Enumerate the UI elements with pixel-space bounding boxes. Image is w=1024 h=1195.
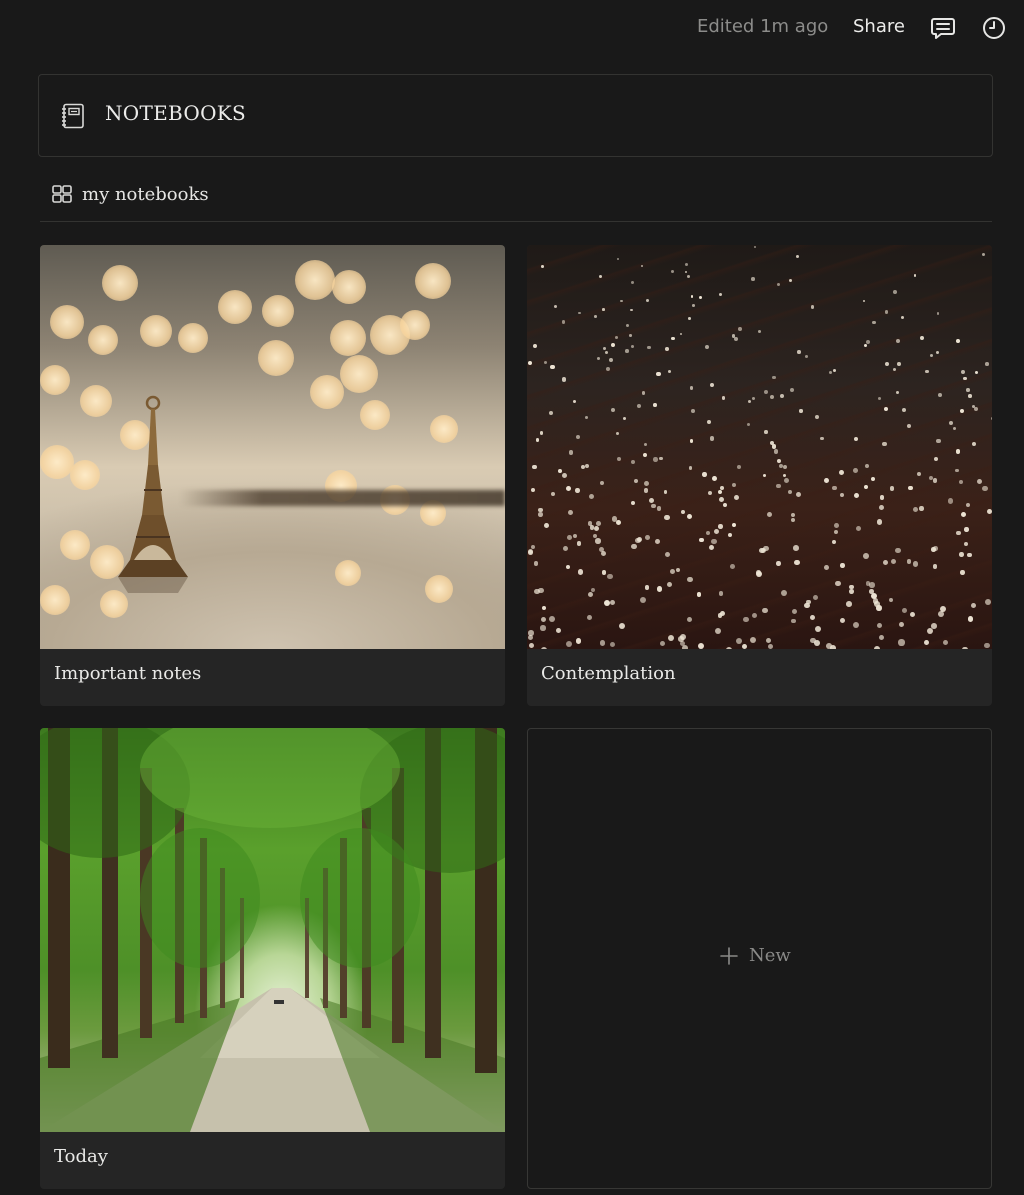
divider — [40, 221, 992, 222]
top-bar: Edited 1m ago Share — [0, 0, 1024, 56]
card-title: Today — [54, 1146, 108, 1167]
new-card-content: New — [719, 945, 791, 966]
card-title: Important notes — [54, 663, 202, 684]
gallery-card[interactable]: Contemplation — [527, 245, 992, 706]
star-lights-image — [527, 245, 992, 649]
tree-lined-path-image — [40, 728, 505, 1132]
page-header: NOTEBOOKS — [38, 74, 993, 157]
plus-icon — [719, 946, 739, 966]
card-title: Contemplation — [541, 663, 676, 684]
new-card-button[interactable]: New — [527, 728, 992, 1189]
gallery-icon — [52, 184, 72, 204]
gallery-card[interactable]: Important notes — [40, 245, 505, 706]
new-label: New — [749, 945, 791, 966]
gallery-card[interactable]: Today — [40, 728, 505, 1189]
edited-status: Edited 1m ago — [697, 16, 829, 37]
view-label: my notebooks — [82, 183, 209, 205]
notebook-icon — [61, 103, 85, 129]
page-title: NOTEBOOKS — [105, 101, 247, 125]
view-tab-my-notebooks[interactable]: my notebooks — [52, 180, 209, 208]
comment-icon[interactable] — [930, 15, 956, 41]
share-button[interactable]: Share — [853, 16, 905, 37]
eiffel-tower-bokeh-image — [40, 245, 505, 649]
clock-icon[interactable] — [981, 15, 1007, 41]
